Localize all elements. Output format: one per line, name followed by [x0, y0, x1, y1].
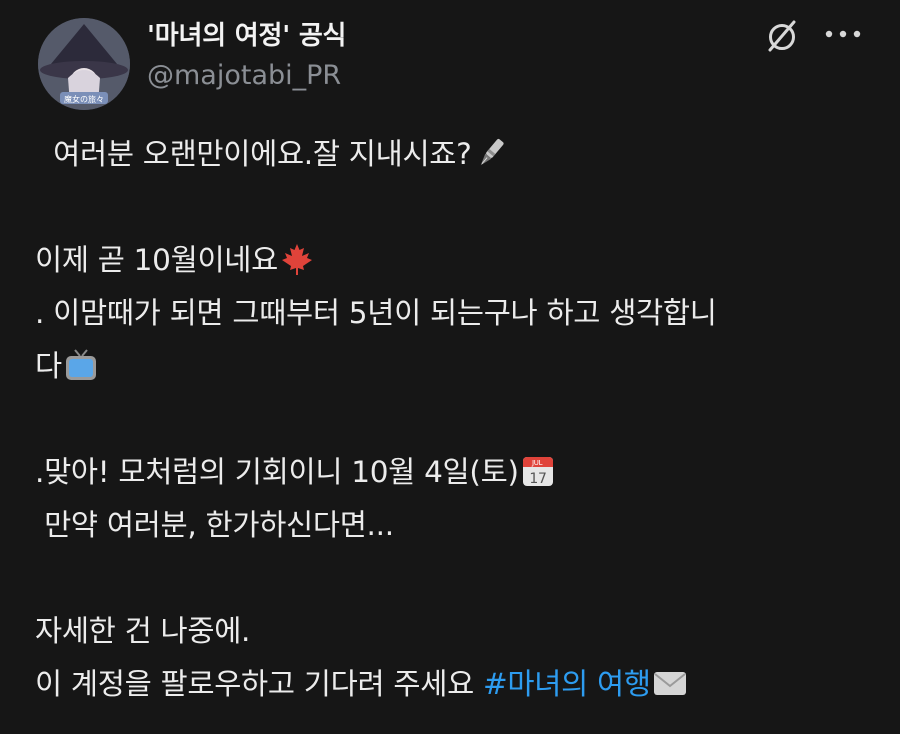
post-text-line-7: 자세한 건 나중에.: [35, 614, 251, 648]
post-line: 다: [35, 340, 865, 393]
post-text: 여러분 오랜만이에요.잘 지내시죠? 이제 곧 10월이네요 . 이맘때가 되면…: [35, 128, 865, 711]
svg-text:魔女の旅々: 魔女の旅々: [64, 94, 104, 104]
avatar[interactable]: 魔女の旅々: [38, 18, 130, 110]
post-text-line-2: 이제 곧 10월이네요: [35, 243, 278, 277]
calendar-icon: JUL 17: [521, 454, 555, 488]
more-dots-icon[interactable]: [820, 18, 866, 52]
slashed-circle-icon[interactable]: [763, 17, 801, 55]
fountain-pen-icon: [474, 136, 508, 170]
post-line: .맞아! 모처럼의 기회이니 10월 4일(토) JUL 17: [35, 446, 865, 499]
display-name[interactable]: '마녀의 여정' 공식: [147, 15, 346, 52]
handle[interactable]: @majotabi_PR: [147, 60, 341, 91]
maple-leaf-icon: [280, 242, 314, 276]
envelope-icon: [653, 666, 687, 700]
post-line: 이제 곧 10월이네요: [35, 234, 865, 287]
post-text-line-1: 여러분 오랜만이에요.잘 지내시죠?: [53, 137, 472, 171]
post-text-line-3: . 이맘때가 되면 그때부터 5년이 되는구나 하고 생각합니: [35, 296, 717, 330]
tweet: 魔女の旅々 '마녀의 여정' 공식 @majotabi_PR 여러분 오랜만이에…: [0, 0, 900, 734]
post-text-line-8: 이 계정을 팔로우하고 기다려 주세요: [35, 667, 483, 701]
television-icon: [64, 348, 98, 382]
hashtag-link[interactable]: #마녀의 여행: [483, 667, 651, 701]
post-line: 만약 여러분, 한가하신다면...: [35, 499, 865, 552]
post-line: 여러분 오랜만이에요.잘 지내시죠?: [35, 128, 865, 181]
post-text-line-6: 만약 여러분, 한가하신다면...: [44, 508, 394, 542]
post-text-line-4: 다: [35, 349, 62, 383]
post-text-line-5: .맞아! 모처럼의 기회이니 10월 4일(토): [35, 455, 519, 489]
calendar-month-label: JUL: [531, 459, 543, 467]
calendar-day-label: 17: [529, 471, 546, 487]
post-line: 이 계정을 팔로우하고 기다려 주세요 #마녀의 여행: [35, 658, 865, 711]
